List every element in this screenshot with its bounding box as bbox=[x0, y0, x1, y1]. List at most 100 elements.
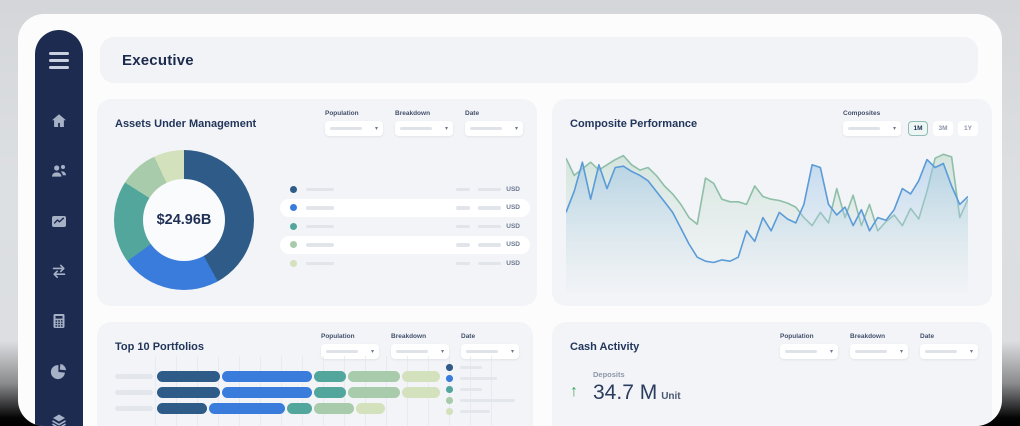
sidebar-item-calculations[interactable] bbox=[50, 312, 68, 330]
legend-dot bbox=[290, 186, 297, 193]
chevron-down-icon: ▾ bbox=[375, 126, 378, 132]
placeholder-value bbox=[456, 243, 470, 247]
sidebar-item-portfolios[interactable] bbox=[50, 212, 68, 230]
top10-legend-row bbox=[446, 397, 515, 404]
placeholder-bar bbox=[848, 127, 880, 130]
breakdown-filter: Breakdown ▾ bbox=[395, 110, 453, 136]
sidebar bbox=[35, 30, 83, 426]
legend-dot bbox=[446, 408, 453, 415]
composite-blue-area bbox=[566, 160, 968, 293]
placeholder-bar bbox=[785, 350, 817, 353]
bar-segment bbox=[222, 387, 312, 398]
bar-segment bbox=[287, 403, 312, 414]
range-button-1y[interactable]: 1Y bbox=[958, 121, 978, 136]
composites-select[interactable]: ▾ bbox=[843, 121, 901, 136]
breakdown-select[interactable]: ▾ bbox=[395, 121, 453, 136]
sidebar-item-allocations[interactable] bbox=[50, 362, 68, 380]
legend-dot bbox=[446, 364, 453, 371]
population-select[interactable]: ▾ bbox=[325, 121, 383, 136]
placeholder-value bbox=[478, 188, 501, 192]
page-header: Executive bbox=[100, 37, 978, 83]
breakdown-label: Breakdown bbox=[850, 333, 908, 340]
placeholder-label bbox=[306, 262, 334, 266]
placeholder-bar bbox=[330, 127, 362, 130]
menu-icon[interactable] bbox=[46, 49, 72, 72]
placeholder-bar bbox=[925, 350, 957, 353]
top10-legend-row bbox=[446, 364, 515, 371]
placeholder-label bbox=[460, 399, 515, 403]
date-select[interactable]: ▾ bbox=[920, 344, 978, 359]
range-button-3m[interactable]: 3M bbox=[933, 121, 953, 136]
aum-legend-row[interactable]: USD bbox=[280, 199, 530, 218]
range-button-1m[interactable]: 1M bbox=[908, 121, 928, 136]
composite-performance-chart bbox=[566, 141, 968, 293]
app-frame: Executive Assets Under Management Popula… bbox=[18, 14, 1002, 426]
composites-filter: Composites ▾ bbox=[843, 110, 901, 136]
breakdown-select[interactable]: ▾ bbox=[850, 344, 908, 359]
bar-segment bbox=[314, 371, 346, 382]
legend-dot bbox=[446, 386, 453, 393]
placeholder-label bbox=[306, 188, 334, 192]
placeholder-value bbox=[456, 262, 470, 266]
aum-legend-row[interactable]: USD bbox=[280, 236, 530, 255]
users-icon bbox=[50, 162, 68, 180]
aum-legend-row[interactable]: USD bbox=[280, 180, 530, 199]
placeholder-value bbox=[478, 243, 501, 247]
chevron-down-icon: ▾ bbox=[970, 349, 973, 355]
placeholder-bar bbox=[326, 350, 358, 353]
sidebar-item-home[interactable] bbox=[50, 112, 68, 130]
layers-icon bbox=[50, 412, 68, 426]
bar-segment bbox=[348, 387, 400, 398]
bar-segment bbox=[356, 403, 385, 414]
aum-donut-chart: $24.96B bbox=[114, 150, 254, 290]
aum-legend: USD USD USD USD USD bbox=[280, 180, 530, 273]
calculator-icon bbox=[50, 312, 68, 330]
placeholder-value bbox=[456, 188, 470, 192]
sidebar-item-holdings[interactable] bbox=[50, 412, 68, 426]
population-label: Population bbox=[321, 333, 379, 340]
legend-dot bbox=[290, 223, 297, 230]
bar-segment bbox=[222, 371, 312, 382]
placeholder-bar bbox=[396, 350, 428, 353]
currency-label: USD bbox=[506, 223, 520, 230]
date-select[interactable]: ▾ bbox=[465, 121, 523, 136]
legend-dot bbox=[446, 397, 453, 404]
currency-label: USD bbox=[506, 204, 520, 211]
sidebar-item-users[interactable] bbox=[50, 162, 68, 180]
date-filter: Date ▾ bbox=[920, 333, 978, 359]
breakdown-filter: Breakdown ▾ bbox=[850, 333, 908, 359]
bar-segment bbox=[314, 403, 354, 414]
bar-segment bbox=[402, 387, 440, 398]
aum-donut-hole: $24.96B bbox=[143, 179, 225, 261]
top10-legend-row bbox=[446, 375, 515, 382]
chevron-down-icon: ▾ bbox=[893, 126, 896, 132]
aum-legend-row[interactable]: USD bbox=[280, 254, 530, 273]
date-label: Date bbox=[920, 333, 978, 340]
bar-segment bbox=[209, 403, 285, 414]
trend-up-icon: ↑ bbox=[570, 383, 578, 405]
date-label: Date bbox=[465, 110, 523, 117]
composite-controls: Composites ▾ 1M 3M 1Y bbox=[843, 110, 978, 136]
placeholder-bar bbox=[466, 350, 498, 353]
top10-legend-row bbox=[446, 386, 515, 393]
deposits-label: Deposits bbox=[593, 370, 681, 379]
chevron-down-icon: ▾ bbox=[830, 349, 833, 355]
aum-total-value: $24.96B bbox=[157, 212, 212, 228]
currency-label: USD bbox=[506, 241, 520, 248]
range-toggle-group: 1M 3M 1Y bbox=[908, 121, 978, 136]
pie-icon bbox=[50, 362, 68, 380]
deposits-metric: ↑ Deposits 34.7 M Unit bbox=[570, 370, 681, 405]
population-select[interactable]: ▾ bbox=[780, 344, 838, 359]
currency-label: USD bbox=[506, 186, 520, 193]
date-label: Date bbox=[461, 333, 519, 340]
legend-dot bbox=[446, 375, 453, 382]
transfer-icon bbox=[50, 262, 68, 280]
breakdown-label: Breakdown bbox=[391, 333, 449, 340]
aum-legend-row[interactable]: USD bbox=[280, 217, 530, 236]
placeholder-label bbox=[306, 225, 334, 229]
sidebar-item-transactions[interactable] bbox=[50, 262, 68, 280]
placeholder-bar bbox=[470, 127, 502, 130]
page-title: Executive bbox=[122, 52, 194, 69]
placeholder-value bbox=[456, 206, 470, 210]
chart-folder-icon bbox=[50, 212, 68, 230]
